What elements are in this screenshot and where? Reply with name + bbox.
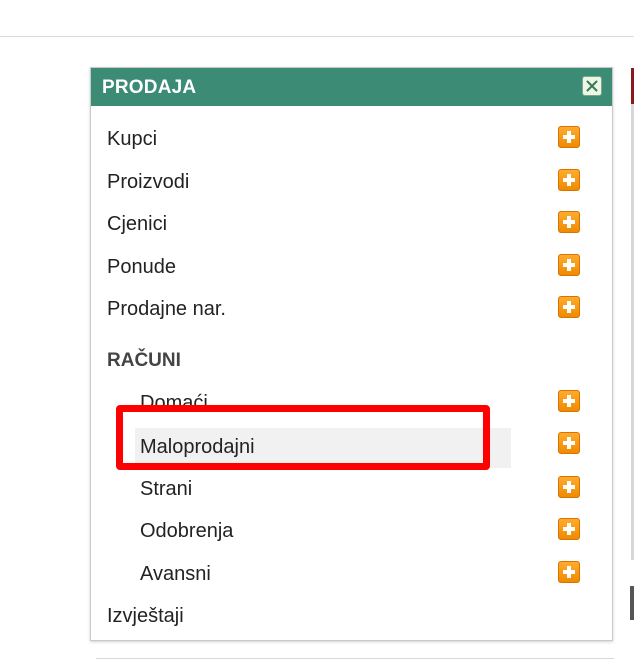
plus-icon[interactable] (558, 254, 580, 276)
prodaja-menu-panel: PRODAJA Kupci Proizvodi Cjenici Ponude P… (90, 67, 613, 641)
menu-item-label: Kupci (107, 128, 158, 150)
plus-icon[interactable] (558, 518, 580, 540)
menu-item-odobrenja[interactable]: Odobrenja (91, 512, 612, 550)
top-bar (0, 0, 634, 37)
menu-item-label: Izvještaji (107, 605, 184, 627)
plus-icon[interactable] (558, 432, 580, 454)
menu-item-label: Avansni (140, 563, 211, 585)
panel-header: PRODAJA (91, 68, 612, 106)
section-heading-racuni: RAČUNI (107, 350, 181, 371)
menu-item-label: Cjenici (107, 213, 168, 235)
close-icon (586, 80, 598, 92)
background-panel-edge (630, 586, 634, 620)
menu-item-proizvodi[interactable]: Proizvodi (91, 163, 612, 201)
divider (96, 658, 614, 659)
plus-icon[interactable] (558, 169, 580, 191)
menu-item-cjenici[interactable]: Cjenici (91, 205, 612, 243)
menu-item-strani[interactable]: Strani (91, 470, 612, 508)
menu-item-label: Prodajne nar. (107, 298, 226, 320)
plus-icon[interactable] (558, 390, 580, 412)
panel-title: PRODAJA (102, 77, 197, 98)
close-button[interactable] (582, 76, 602, 96)
menu-item-izvjestaji[interactable]: Izvještaji (91, 597, 612, 635)
plus-icon[interactable] (558, 126, 580, 148)
menu-item-label: Strani (140, 478, 193, 500)
annotation-highlight-box (116, 405, 490, 470)
menu-item-kupci[interactable]: Kupci (91, 120, 612, 158)
plus-icon[interactable] (558, 211, 580, 233)
menu-item-ponude[interactable]: Ponude (91, 248, 612, 286)
menu-item-label: Ponude (107, 256, 176, 278)
menu-item-label: Proizvodi (107, 171, 190, 193)
plus-icon[interactable] (558, 296, 580, 318)
menu-item-avansni[interactable]: Avansni (91, 555, 612, 593)
plus-icon[interactable] (558, 476, 580, 498)
menu-item-prodajne-nar[interactable]: Prodajne nar. (91, 290, 612, 328)
plus-icon[interactable] (558, 561, 580, 583)
menu-item-label: Odobrenja (140, 520, 234, 542)
